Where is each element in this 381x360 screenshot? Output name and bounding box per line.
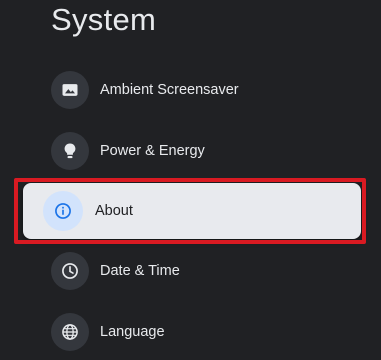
info-icon [43, 191, 83, 231]
menu-item-about[interactable]: About [23, 183, 361, 239]
menu-item-power-energy[interactable]: Power & Energy [40, 126, 358, 176]
menu-item-label: Language [100, 324, 165, 340]
menu-item-date-time[interactable]: Date & Time [40, 246, 358, 296]
menu-item-label: About [95, 203, 133, 219]
menu-item-label: Date & Time [100, 263, 180, 279]
lightbulb-icon [51, 132, 89, 170]
menu-item-label: Power & Energy [100, 143, 205, 159]
menu-item-ambient-screensaver[interactable]: Ambient Screensaver [40, 65, 358, 115]
globe-icon [51, 313, 89, 351]
menu-item-language[interactable]: Language [40, 307, 358, 357]
screensaver-icon [51, 71, 89, 109]
system-settings-screen: System Ambient Screensaver Power & Energ… [0, 0, 381, 360]
page-title: System [51, 2, 157, 37]
clock-icon [51, 252, 89, 290]
menu-item-label: Ambient Screensaver [100, 82, 239, 98]
